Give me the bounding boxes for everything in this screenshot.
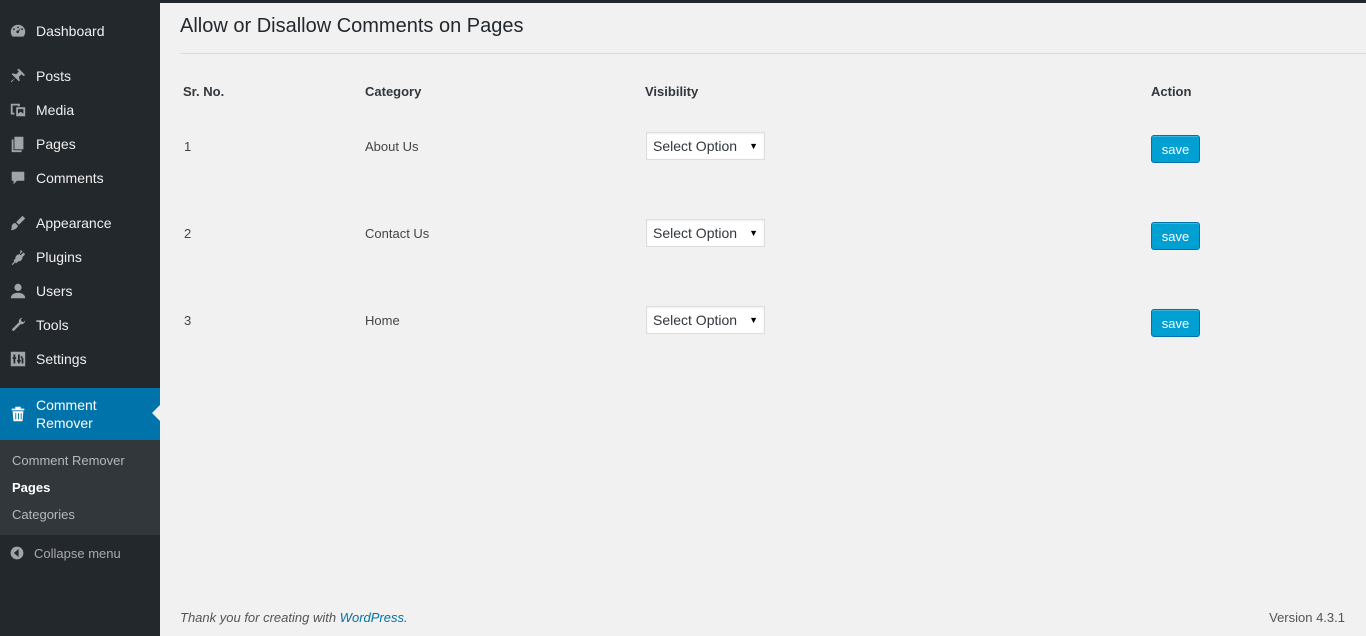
collapse-arrow-icon	[0, 545, 34, 561]
footer-version: Version 4.3.1	[1269, 610, 1345, 625]
title-divider	[180, 53, 1366, 54]
sidebar-item-plugins[interactable]: Plugins	[0, 240, 160, 274]
dashboard-icon	[0, 22, 36, 40]
admin-sidebar: Dashboard Posts Media Pages Comments App…	[0, 0, 160, 636]
header-visibility: Visibility	[645, 84, 699, 99]
wordpress-link[interactable]: WordPress	[340, 610, 404, 625]
sidebar-item-label: Tools	[36, 317, 69, 333]
pages-icon	[0, 135, 36, 153]
row-category: Contact Us	[365, 226, 430, 241]
media-icon	[0, 101, 36, 119]
sidebar-item-tools[interactable]: Tools	[0, 308, 160, 342]
save-button[interactable]: save	[1151, 135, 1200, 163]
sidebar-item-label: Plugins	[36, 249, 82, 265]
row-category: About Us	[365, 139, 419, 154]
sidebar-item-media[interactable]: Media	[0, 93, 160, 127]
main-content: Allow or Disallow Comments on Pages Sr. …	[160, 3, 1366, 636]
sidebar-item-comment-remover[interactable]: Comment Remover	[0, 388, 160, 440]
sidebar-item-label: Media	[36, 102, 75, 118]
submenu-item-pages[interactable]: Pages	[12, 480, 50, 495]
visibility-select[interactable]: Select Option ▼	[646, 306, 765, 334]
sidebar-item-label: Appearance	[36, 215, 112, 231]
sidebar-item-label: Settings	[36, 351, 87, 367]
row-sr-no: 2	[184, 226, 192, 241]
caret-down-icon: ▼	[749, 228, 758, 238]
sidebar-item-label: Comments	[36, 170, 104, 186]
sidebar-item-appearance[interactable]: Appearance	[0, 206, 160, 240]
sidebar-item-dashboard[interactable]: Dashboard	[0, 14, 160, 48]
footer-thanks: Thank you for creating with WordPress.	[180, 610, 408, 625]
sidebar-item-label: Dashboard	[36, 23, 105, 39]
header-action: Action	[1151, 84, 1192, 99]
submenu: Comment Remover Pages Categories	[0, 440, 160, 535]
sidebar-item-label: Pages	[36, 136, 76, 152]
sidebar-item-label: Comment Remover	[36, 397, 97, 431]
submenu-item-comment-remover[interactable]: Comment Remover	[12, 453, 125, 468]
visibility-select[interactable]: Select Option ▼	[646, 132, 765, 160]
wrench-icon	[0, 316, 36, 334]
settings-icon	[0, 350, 36, 368]
collapse-menu-label: Collapse menu	[34, 545, 121, 561]
header-sr-no: Sr. No.	[183, 84, 225, 99]
user-icon	[0, 282, 36, 300]
sidebar-item-label: Posts	[36, 68, 72, 84]
save-button[interactable]: save	[1151, 309, 1200, 337]
visibility-select-value: Select Option	[653, 138, 738, 154]
submenu-item-categories[interactable]: Categories	[12, 507, 75, 522]
row-sr-no: 3	[184, 313, 192, 328]
sidebar-item-settings[interactable]: Settings	[0, 342, 160, 376]
visibility-select[interactable]: Select Option ▼	[646, 219, 765, 247]
sidebar-item-users[interactable]: Users	[0, 274, 160, 308]
row-category: Home	[365, 313, 400, 328]
pin-icon	[0, 67, 36, 85]
footer-thanks-suffix: .	[404, 610, 408, 625]
footer-thanks-prefix: Thank you for creating with	[180, 610, 340, 625]
plugin-icon	[0, 248, 36, 266]
row-sr-no: 1	[184, 139, 192, 154]
caret-down-icon: ▼	[749, 315, 758, 325]
caret-down-icon: ▼	[749, 141, 758, 151]
sidebar-item-pages[interactable]: Pages	[0, 127, 160, 161]
save-button[interactable]: save	[1151, 222, 1200, 250]
trash-icon	[0, 405, 36, 423]
visibility-select-value: Select Option	[653, 225, 738, 241]
collapse-menu-button[interactable]: Collapse menu	[0, 540, 160, 566]
active-indicator	[152, 405, 160, 421]
sidebar-item-posts[interactable]: Posts	[0, 59, 160, 93]
sidebar-item-comments[interactable]: Comments	[0, 161, 160, 195]
comment-icon	[0, 169, 36, 187]
header-category: Category	[365, 84, 422, 99]
visibility-select-value: Select Option	[653, 312, 738, 328]
brush-icon	[0, 214, 36, 232]
sidebar-item-label: Users	[36, 283, 73, 299]
page-title: Allow or Disallow Comments on Pages	[180, 15, 524, 37]
